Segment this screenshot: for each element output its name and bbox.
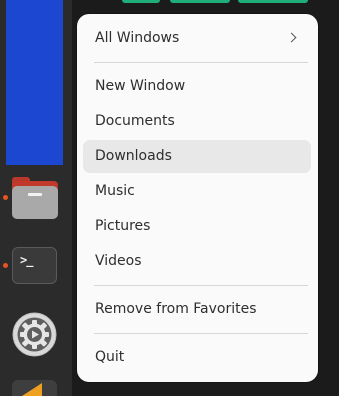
menu-item-music[interactable]: Music <box>83 175 311 208</box>
background-text-fragment <box>238 0 308 3</box>
menu-item-downloads[interactable]: Downloads <box>83 140 311 173</box>
app-icon[interactable] <box>12 380 57 396</box>
dock-window-preview[interactable] <box>6 0 63 165</box>
background-text-fragment <box>170 0 230 3</box>
background-window <box>72 0 339 10</box>
menu-item-label: Music <box>95 183 135 199</box>
menu-separator <box>94 285 308 286</box>
menu-item-label: Downloads <box>95 148 172 164</box>
menu-item-label: Remove from Favorites <box>95 301 257 317</box>
menu-item-label: All Windows <box>95 30 180 46</box>
terminal-icon[interactable]: >_ <box>12 247 57 284</box>
menu-item-videos[interactable]: Videos <box>83 245 311 278</box>
dock-context-menu: All Windows New Window Documents Downloa… <box>77 14 318 382</box>
dock: >_ <box>0 0 72 396</box>
menu-item-documents[interactable]: Documents <box>83 105 311 138</box>
menu-item-label: New Window <box>95 78 186 94</box>
running-indicator <box>3 195 8 200</box>
running-indicator <box>3 263 8 268</box>
menu-item-new-window[interactable]: New Window <box>83 70 311 103</box>
menu-item-remove-from-favorites[interactable]: Remove from Favorites <box>83 293 311 326</box>
folder-icon[interactable] <box>12 177 58 219</box>
menu-item-pictures[interactable]: Pictures <box>83 210 311 243</box>
chevron-right-icon <box>286 32 297 43</box>
menu-item-label: Pictures <box>95 218 151 234</box>
gear-icon[interactable] <box>12 312 57 357</box>
background-text-fragment <box>122 0 160 3</box>
menu-item-label: Videos <box>95 253 142 269</box>
menu-separator <box>94 333 308 334</box>
terminal-prompt-glyph: >_ <box>20 253 33 267</box>
menu-item-all-windows[interactable]: All Windows <box>83 22 311 55</box>
menu-item-label: Documents <box>95 113 175 129</box>
menu-separator <box>94 62 308 63</box>
menu-item-quit[interactable]: Quit <box>83 341 311 374</box>
menu-item-label: Quit <box>95 349 125 365</box>
